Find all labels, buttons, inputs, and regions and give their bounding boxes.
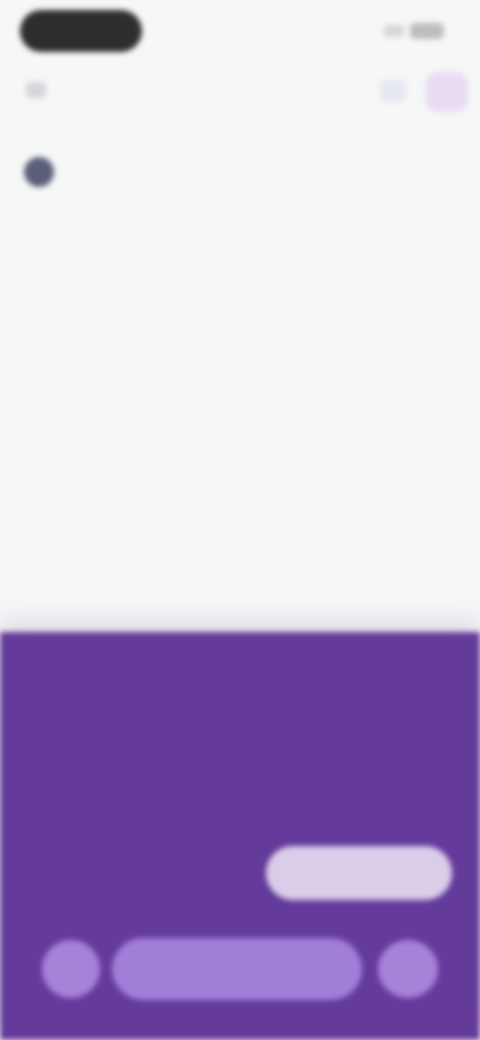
status-bar — [0, 0, 480, 64]
primary-link[interactable] — [40, 214, 120, 234]
page-title — [56, 80, 216, 102]
status-pill — [20, 10, 142, 52]
battery-icon — [410, 23, 444, 39]
signal-icon — [384, 25, 404, 37]
info-icon[interactable] — [378, 940, 438, 998]
consent-option-button[interactable] — [266, 846, 452, 900]
account-name — [64, 158, 184, 186]
share-icon[interactable] — [380, 80, 406, 102]
secondary-link[interactable] — [32, 244, 128, 264]
back-arrow-icon[interactable] — [26, 82, 46, 98]
consent-option-label — [52, 860, 242, 884]
account-avatar-icon — [24, 157, 54, 187]
status-indicators — [384, 22, 450, 40]
settings-icon[interactable] — [42, 940, 100, 998]
profile-icon[interactable] — [426, 72, 468, 112]
article — [58, 292, 420, 296]
accept-button[interactable] — [112, 938, 362, 1000]
